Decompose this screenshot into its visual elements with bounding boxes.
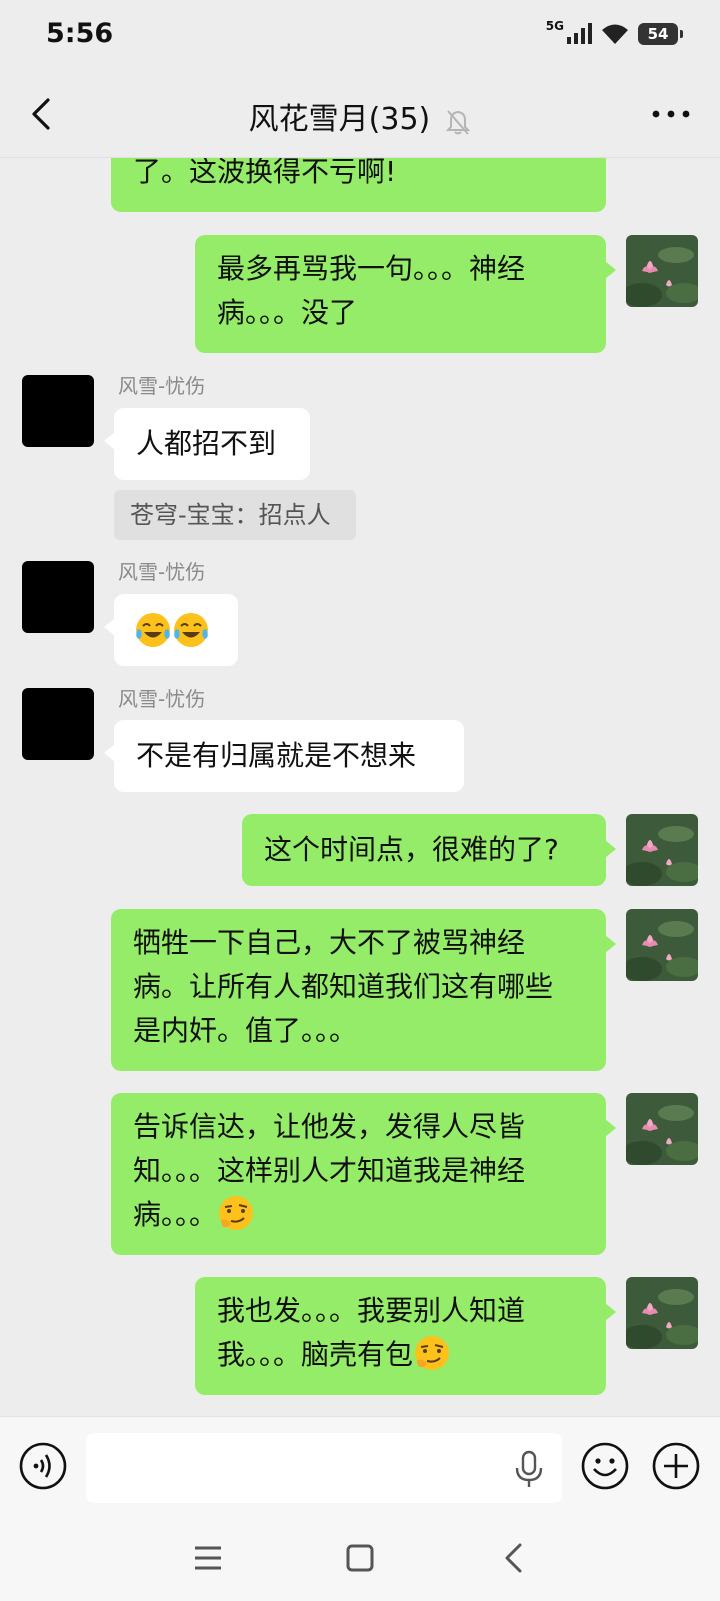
message-bubble[interactable]: 不是有归属就是不想来 — [104, 720, 464, 792]
emoji-face-icon — [581, 1442, 629, 1490]
message-bubble[interactable] — [104, 594, 238, 666]
menu-nav-button[interactable] — [186, 1536, 230, 1580]
more-dots-icon — [652, 110, 690, 118]
more-actions-button[interactable] — [651, 1441, 701, 1491]
message-bubble[interactable]: 人都招不到 — [104, 408, 310, 480]
message-line: 牺牲一下自己，大不了被骂神经 — [133, 926, 526, 959]
lotus-avatar-icon — [626, 235, 698, 307]
tears-of-joy-emoji — [136, 613, 170, 647]
message-text: 了。这波换得不亏啊! — [133, 158, 397, 188]
status-bar: 5:56 5G 54 — [0, 0, 720, 70]
message-line: 病。。。 — [133, 1198, 218, 1231]
avatar[interactable] — [626, 814, 698, 886]
lotus-avatar-icon — [626, 909, 698, 981]
message-bubble[interactable]: 我也发。。。我要别人知道 我。。。脑壳有包 — [195, 1277, 616, 1395]
status-icons: 5G 54 — [545, 18, 683, 50]
avatar[interactable] — [22, 561, 94, 633]
quote-text: 苍穹-宝宝：招点人 — [130, 501, 331, 529]
message-bubble[interactable]: 了。这波换得不亏啊! — [111, 158, 606, 212]
wifi-icon — [602, 24, 628, 44]
bell-off-icon — [445, 109, 471, 135]
back-nav-button[interactable] — [492, 1536, 536, 1580]
chat-header: 风花雪月(35) — [0, 70, 720, 158]
voice-mode-button[interactable] — [18, 1441, 68, 1491]
message-bubble[interactable]: 最多再骂我一句。。。神经病。。。没了 — [195, 235, 616, 353]
message-text: 最多再骂我一句。。。神经病。。。没了 — [217, 252, 526, 329]
sender-name: 风雪-忧伤 — [118, 560, 206, 584]
smirk-emoji — [219, 1196, 254, 1230]
menu-lines-icon — [195, 1546, 221, 1570]
message-input[interactable] — [86, 1433, 562, 1503]
message-line-wrap: 我。。。脑壳有包 — [217, 1333, 584, 1377]
sender-name: 风雪-忧伤 — [118, 687, 206, 711]
quoted-message[interactable]: 苍穹-宝宝：招点人 — [114, 490, 356, 540]
chat-screen: 5:56 5G 54 风花雪月(35) 了。这波换得不亏啊! 最多再骂我一句。。… — [0, 0, 720, 1601]
message-bubble[interactable]: 牺牲一下自己，大不了被骂神经 病。让所有人都知道我们这有哪些 是内奸。值了。。。 — [111, 909, 616, 1071]
home-nav-button[interactable] — [338, 1536, 382, 1580]
avatar[interactable] — [626, 1093, 698, 1165]
nav-back-icon — [505, 1543, 522, 1573]
system-nav-bar — [0, 1516, 720, 1601]
avatar[interactable] — [22, 375, 94, 447]
microphone-icon — [515, 1450, 543, 1487]
home-square-icon — [346, 1544, 374, 1572]
message-line: 病。让所有人都知道我们这有哪些 — [133, 970, 554, 1003]
message-text: 人都招不到 — [136, 427, 277, 460]
message-text: 这个时间点，很难的了? — [264, 833, 559, 866]
lotus-avatar-icon — [626, 1093, 698, 1165]
message-line: 告诉信达，让他发，发得人尽皆 — [133, 1110, 526, 1143]
microphone-button[interactable] — [512, 1449, 546, 1489]
plus-circle-icon — [652, 1442, 700, 1490]
message-line: 知。。。这样别人才知道我是神经 — [133, 1154, 526, 1187]
battery-icon: 54 — [638, 23, 683, 45]
message-bubble[interactable]: 告诉信达，让他发，发得人尽皆 知。。。这样别人才知道我是神经 病。。。 — [111, 1093, 616, 1255]
message-line-wrap: 病。。。 — [133, 1193, 584, 1237]
avatar[interactable] — [626, 235, 698, 307]
message-bubble[interactable]: 这个时间点，很难的了? — [242, 814, 616, 886]
lotus-avatar-icon — [626, 814, 698, 886]
avatar[interactable] — [22, 688, 94, 760]
message-line: 我。。。脑壳有包 — [217, 1338, 414, 1371]
voice-mode-icon — [19, 1442, 67, 1490]
message-line: 是内奸。值了。。。 — [133, 1014, 358, 1047]
message-list: 了。这波换得不亏啊! 最多再骂我一句。。。神经病。。。没了 风雪-忧伤 人都招不… — [0, 158, 720, 1416]
message-text: 不是有归属就是不想来 — [136, 739, 417, 772]
status-time: 5:56 — [46, 18, 114, 49]
sender-name: 风雪-忧伤 — [118, 374, 206, 398]
more-button[interactable] — [648, 94, 694, 134]
smirk-emoji — [415, 1336, 450, 1370]
tears-of-joy-emoji — [174, 613, 208, 647]
signal-icon — [567, 23, 592, 44]
input-bar — [0, 1416, 720, 1516]
lotus-avatar-icon — [626, 1277, 698, 1349]
avatar[interactable] — [626, 909, 698, 981]
title-wrap: 风花雪月(35) — [0, 94, 720, 139]
network-type: 5G — [545, 19, 564, 33]
emoji-button[interactable] — [580, 1441, 630, 1491]
avatar[interactable] — [626, 1277, 698, 1349]
chat-title: 风花雪月(35) — [248, 102, 431, 137]
message-line: 我也发。。。我要别人知道 — [217, 1294, 526, 1327]
